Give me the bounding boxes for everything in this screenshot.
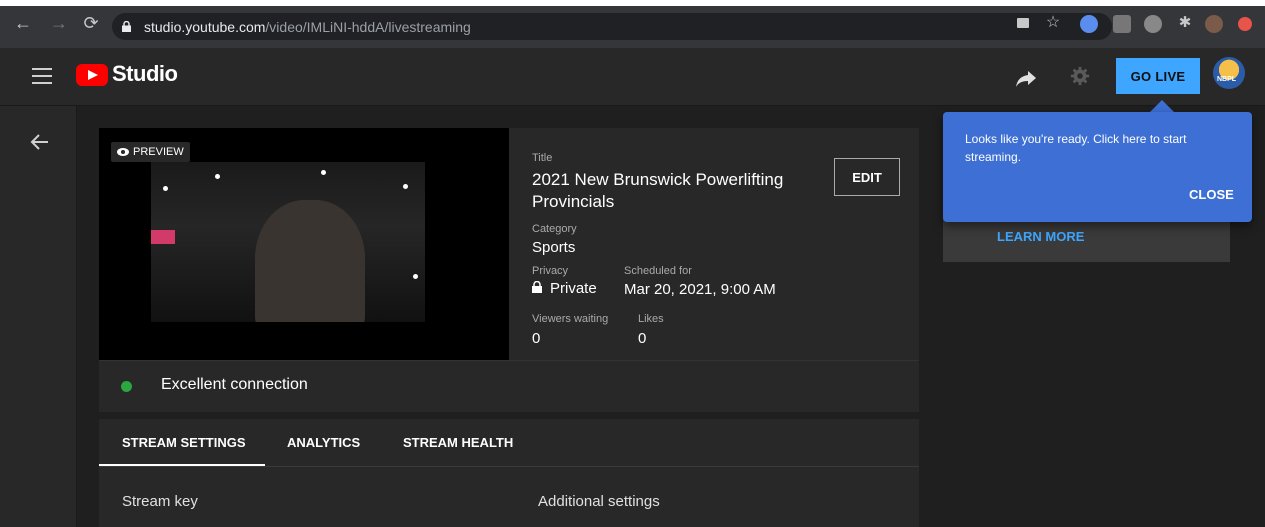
- connection-status: Excellent connection: [99, 360, 919, 412]
- app-name: Studio: [112, 61, 178, 86]
- profile-avatar-icon[interactable]: [1205, 15, 1223, 33]
- privacy-schedule-row: Privacy Private Scheduled for Mar 20, 20…: [532, 265, 912, 313]
- youtube-logo-icon[interactable]: [76, 64, 108, 86]
- popup-pointer: [1150, 100, 1174, 112]
- studio-header: Studio GO LIVE: [0, 48, 1265, 106]
- update-icon[interactable]: [1238, 17, 1252, 31]
- tooltip-message: Looks like you're ready. Click here to s…: [965, 132, 1187, 164]
- reload-icon[interactable]: ⟳: [82, 14, 100, 32]
- stream-key-heading: Stream key: [122, 493, 198, 510]
- edit-button[interactable]: EDIT: [834, 158, 900, 196]
- preview-badge: PREVIEW: [111, 142, 190, 162]
- extension-g-icon[interactable]: [1113, 15, 1131, 33]
- left-rail: [0, 106, 77, 527]
- stream-title: 2021 New Brunswick Powerlifting Provinci…: [532, 170, 784, 211]
- address-bar[interactable]: studio.youtube.com/video/IMLiNI-hddA/liv…: [112, 13, 1112, 40]
- forward-nav-icon[interactable]: →: [50, 14, 68, 32]
- learn-more-link[interactable]: LEARN MORE: [997, 229, 1084, 244]
- connection-text: Excellent connection: [161, 376, 308, 393]
- lock-icon: [122, 21, 131, 32]
- browser-toolbar: ← → ⟳ studio.youtube.com/video/IMLiNI-hd…: [0, 0, 1265, 48]
- bookmark-star-icon[interactable]: ☆: [1044, 14, 1062, 32]
- scheduled-label: Scheduled for: [624, 265, 692, 277]
- extensions-puzzle-icon[interactable]: ✱: [1176, 14, 1194, 32]
- preview-label: PREVIEW: [133, 146, 184, 158]
- likes-value: 0: [638, 330, 647, 347]
- stream-card: PREVIEW Excellent connection Title 2021 …: [99, 128, 919, 412]
- camera-icon[interactable]: [1017, 18, 1029, 28]
- stats-row: Viewers waiting 0 Likes 0: [532, 313, 912, 353]
- go-live-tooltip: Looks like you're ready. Click here to s…: [943, 112, 1252, 222]
- lock-icon: [532, 280, 542, 293]
- viewers-value: 0: [532, 330, 541, 347]
- back-nav-icon[interactable]: ←: [14, 14, 32, 32]
- privacy-value-wrap: Private: [532, 280, 597, 298]
- tabs-divider: [99, 466, 919, 467]
- tab-analytics[interactable]: ANALYTICS: [287, 419, 360, 466]
- camera-feed-image: [151, 162, 425, 322]
- tab-stream-health[interactable]: STREAM HEALTH: [403, 419, 513, 466]
- additional-settings-heading: Additional settings: [538, 493, 660, 510]
- url-text: studio.youtube.com/video/IMLiNI-hddA/liv…: [144, 19, 471, 35]
- go-live-button[interactable]: GO LIVE: [1116, 58, 1200, 94]
- back-arrow-icon[interactable]: [30, 132, 50, 152]
- privacy-label: Privacy: [532, 265, 569, 277]
- likes-label: Likes: [638, 313, 664, 325]
- status-dot-icon: [121, 381, 132, 392]
- channel-avatar[interactable]: [1213, 57, 1245, 89]
- gear-icon[interactable]: [1069, 65, 1091, 87]
- extension-r-icon[interactable]: [1144, 15, 1162, 33]
- settings-tabs: STREAM SETTINGS ANALYTICS STREAM HEALTH …: [99, 419, 919, 527]
- viewers-label: Viewers waiting: [532, 313, 609, 325]
- eye-icon: [117, 148, 129, 156]
- menu-icon[interactable]: [32, 68, 52, 84]
- category-value: Sports: [532, 239, 576, 256]
- close-button[interactable]: CLOSE: [1189, 187, 1234, 202]
- extension-icon[interactable]: [1080, 15, 1098, 33]
- category-label: Category: [532, 223, 577, 235]
- scheduled-value: Mar 20, 2021, 9:00 AM: [624, 281, 776, 298]
- stream-preview: PREVIEW: [99, 128, 509, 360]
- tab-stream-settings[interactable]: STREAM SETTINGS: [122, 419, 246, 466]
- privacy-value: Private: [550, 280, 597, 297]
- share-icon[interactable]: [1014, 66, 1038, 90]
